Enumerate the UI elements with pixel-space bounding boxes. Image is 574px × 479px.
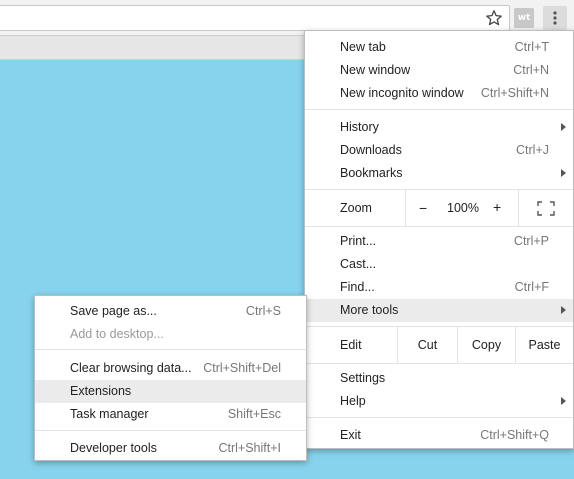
menu-item-more-tools[interactable]: More tools bbox=[305, 299, 573, 322]
menu-item-label: Task manager bbox=[70, 407, 149, 421]
bookmark-star-icon[interactable] bbox=[485, 9, 503, 27]
three-dot-menu-icon bbox=[553, 11, 557, 25]
menu-separator bbox=[35, 430, 306, 431]
zoom-out-button[interactable]: − bbox=[419, 200, 427, 216]
menu-item-shortcut: Ctrl+S bbox=[245, 304, 281, 318]
edit-controls: Edit Cut Copy Paste bbox=[305, 327, 573, 363]
menu-item-help[interactable]: Help bbox=[305, 390, 573, 413]
menu-separator bbox=[305, 363, 573, 364]
paste-button[interactable]: Paste bbox=[515, 327, 573, 363]
menu-item-label: New tab bbox=[340, 40, 386, 54]
menu-item-label: Print... bbox=[340, 234, 377, 248]
menu-item-shortcut: Ctrl+Shift+Q bbox=[480, 428, 549, 442]
zoom-in-button[interactable]: + bbox=[493, 199, 501, 215]
menu-item-clear-browsing-data[interactable]: Clear browsing data... Ctrl+Shift+Del bbox=[35, 357, 306, 380]
menu-item-print[interactable]: Print... Ctrl+P bbox=[305, 230, 573, 253]
menu-item-label: Find... bbox=[340, 280, 375, 294]
menu-item-find[interactable]: Find... Ctrl+F bbox=[305, 276, 573, 299]
menu-item-shortcut: Ctrl+N bbox=[513, 63, 549, 77]
menu-item-extensions[interactable]: Extensions bbox=[35, 380, 306, 403]
more-tools-submenu: Save page as... Ctrl+S Add to desktop...… bbox=[34, 295, 307, 461]
menu-item-add-to-desktop: Add to desktop... bbox=[35, 323, 306, 346]
submenu-arrow-icon bbox=[561, 169, 566, 177]
menu-separator bbox=[35, 349, 306, 350]
chrome-main-menu: New tab Ctrl+T New window Ctrl+N New inc… bbox=[304, 30, 574, 449]
menu-item-shortcut: Ctrl+Shift+Del bbox=[203, 361, 281, 375]
menu-item-label: Cast... bbox=[340, 257, 377, 271]
menu-item-shortcut: Ctrl+F bbox=[514, 280, 549, 294]
menu-item-shortcut: Ctrl+P bbox=[513, 234, 549, 248]
menu-item-label: Help bbox=[340, 394, 366, 408]
menu-item-label: New incognito window bbox=[340, 86, 464, 100]
menu-separator bbox=[305, 417, 573, 418]
address-bar[interactable] bbox=[0, 5, 510, 31]
fullscreen-icon bbox=[537, 201, 555, 216]
zoom-controls: Zoom − 100% + bbox=[305, 190, 573, 226]
menu-item-developer-tools[interactable]: Developer tools Ctrl+Shift+I bbox=[35, 437, 306, 460]
cut-button[interactable]: Cut bbox=[397, 327, 457, 363]
menu-item-label: New window bbox=[340, 63, 411, 77]
extension-icon[interactable]: wt bbox=[514, 8, 534, 28]
menu-item-label: Save page as... bbox=[70, 304, 157, 318]
menu-item-exit[interactable]: Exit Ctrl+Shift+Q bbox=[305, 424, 573, 447]
menu-item-shortcut: Ctrl+Shift+I bbox=[218, 441, 281, 455]
menu-item-label: Settings bbox=[340, 371, 386, 385]
edit-label: Edit bbox=[340, 338, 362, 352]
menu-item-history[interactable]: History bbox=[305, 116, 573, 139]
menu-item-label: Add to desktop... bbox=[70, 327, 164, 341]
menu-separator bbox=[305, 226, 573, 227]
menu-item-settings[interactable]: Settings bbox=[305, 367, 573, 390]
menu-item-label: Clear browsing data... bbox=[70, 361, 192, 375]
chrome-menu-button[interactable] bbox=[543, 6, 567, 30]
menu-item-shortcut: Ctrl+Shift+N bbox=[480, 86, 549, 100]
menu-item-label: Downloads bbox=[340, 143, 402, 157]
menu-item-shortcut: Ctrl+J bbox=[516, 143, 549, 157]
menu-item-new-window[interactable]: New window Ctrl+N bbox=[305, 59, 573, 82]
copy-button[interactable]: Copy bbox=[457, 327, 515, 363]
menu-item-shortcut: Ctrl+T bbox=[514, 40, 549, 54]
fullscreen-button[interactable] bbox=[518, 190, 573, 226]
menu-item-label: Developer tools bbox=[70, 441, 157, 455]
menu-item-new-tab[interactable]: New tab Ctrl+T bbox=[305, 36, 573, 59]
menu-item-new-incognito-window[interactable]: New incognito window Ctrl+Shift+N bbox=[305, 82, 573, 105]
menu-separator bbox=[305, 109, 573, 110]
menu-item-label: Extensions bbox=[70, 384, 132, 398]
menu-item-shortcut: Shift+Esc bbox=[227, 407, 281, 421]
menu-item-bookmarks[interactable]: Bookmarks bbox=[305, 162, 573, 185]
menu-item-save-page-as[interactable]: Save page as... Ctrl+S bbox=[35, 300, 306, 323]
menu-item-label: Bookmarks bbox=[340, 166, 403, 180]
menu-item-label: More tools bbox=[340, 303, 399, 317]
zoom-label: Zoom bbox=[340, 201, 372, 215]
menu-item-task-manager[interactable]: Task manager Shift+Esc bbox=[35, 403, 306, 426]
zoom-level: 100% bbox=[447, 201, 479, 215]
menu-item-label: Exit bbox=[340, 428, 361, 442]
menu-item-cast[interactable]: Cast... bbox=[305, 253, 573, 276]
menu-item-downloads[interactable]: Downloads Ctrl+J bbox=[305, 139, 573, 162]
submenu-arrow-icon bbox=[561, 397, 566, 405]
submenu-arrow-icon bbox=[561, 123, 566, 131]
submenu-arrow-icon bbox=[561, 306, 566, 314]
menu-item-label: History bbox=[340, 120, 379, 134]
